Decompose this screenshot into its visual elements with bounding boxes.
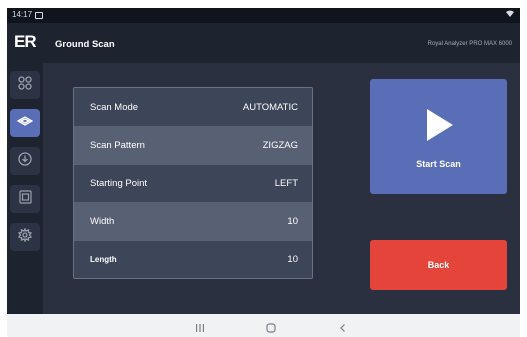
system-nav-bar (7, 314, 520, 337)
start-scan-label: Start Scan (416, 159, 461, 169)
back-button[interactable]: Back (370, 240, 507, 290)
gear-icon (17, 227, 33, 247)
home-icon[interactable] (265, 320, 277, 337)
setting-row-starting-point[interactable]: Starting Point LEFT (74, 164, 312, 202)
setting-row-scan-mode[interactable]: Scan Mode AUTOMATIC (74, 88, 312, 126)
status-time: 14:17 (12, 10, 33, 19)
setting-value: LEFT (274, 178, 298, 189)
wifi-icon (506, 10, 514, 19)
setting-value: 10 (287, 254, 298, 265)
sidebar-item-scan[interactable] (10, 109, 40, 137)
page-title: Ground Scan (55, 39, 115, 50)
sidebar-item-download[interactable] (10, 147, 40, 175)
setting-label: Scan Pattern (90, 140, 145, 151)
setting-row-scan-pattern[interactable]: Scan Pattern ZIGZAG (74, 126, 312, 164)
setting-label: Starting Point (90, 178, 148, 189)
setting-value: AUTOMATIC (242, 101, 298, 113)
setting-label: Scan Mode (90, 101, 139, 113)
play-icon (427, 109, 453, 141)
3d-icon (18, 189, 32, 209)
status-bar: 14:17 (7, 8, 520, 23)
back-icon[interactable] (337, 320, 349, 337)
sidebar-item-settings[interactable] (10, 223, 40, 251)
gallery-icon (35, 12, 43, 19)
setting-label: Width (90, 216, 115, 227)
sidebar-item-3d[interactable] (10, 185, 40, 213)
tablet-screen: 14:17 ER Ground Scan Royal Analyzer PRO … (7, 8, 520, 337)
start-scan-button[interactable]: Start Scan (370, 79, 507, 194)
scan-icon (16, 114, 34, 132)
setting-row-length[interactable]: Length 10 (74, 240, 312, 278)
sidebar (7, 63, 43, 314)
app-bar: ER Ground Scan Royal Analyzer PRO MAX 60… (7, 23, 520, 63)
setting-row-width[interactable]: Width 10 (74, 202, 312, 240)
back-label: Back (427, 260, 450, 270)
scan-settings-table: Scan Mode AUTOMATIC Scan Pattern ZIGZAG … (73, 87, 313, 279)
device-name: Royal Analyzer PRO MAX 6000 (427, 41, 512, 47)
sidebar-item-dashboard[interactable] (10, 71, 40, 99)
setting-value: 10 (287, 216, 298, 227)
recent-apps-icon[interactable] (194, 320, 206, 337)
setting-label: Length (90, 255, 117, 264)
grid-icon (18, 75, 32, 95)
setting-value: ZIGZAG (262, 140, 298, 151)
download-icon (18, 151, 32, 171)
app-logo: ER (14, 32, 37, 51)
